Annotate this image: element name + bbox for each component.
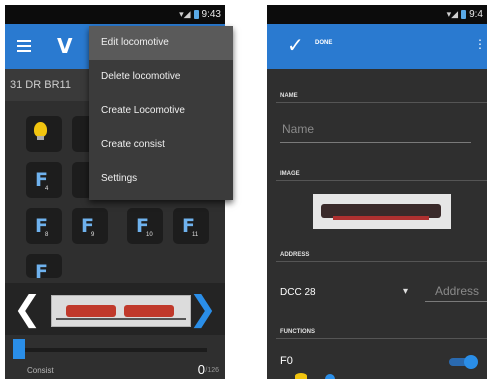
section-label-image: IMAGE (280, 171, 300, 177)
menu-item-create-locomotive[interactable]: Create Locomotive (89, 94, 233, 128)
name-field[interactable]: Name (282, 122, 314, 136)
function-letter: F (35, 261, 48, 283)
divider (276, 261, 487, 262)
menu-item-delete-locomotive[interactable]: Delete locomotive (89, 60, 233, 94)
locomotive-image (51, 295, 191, 327)
locomotive-shape (66, 305, 116, 317)
function-button-f10[interactable]: F 10 (127, 208, 163, 244)
locomotive-shape (124, 305, 174, 317)
divider (276, 180, 487, 181)
function-button-f8[interactable]: F 8 (26, 208, 62, 244)
function-toggle-thumb[interactable] (464, 355, 478, 369)
done-button[interactable]: DONE (315, 40, 332, 46)
bulb-base (37, 136, 44, 140)
decoder-protocol-select[interactable]: DCC 28 (280, 287, 316, 298)
function-button-partial[interactable]: F (26, 254, 62, 283)
bulb-icon (295, 373, 307, 379)
status-bar: ▾◢ 9:4 (267, 5, 487, 24)
status-time: 9:4 (469, 9, 483, 20)
function-button-f11[interactable]: F 11 (173, 208, 209, 244)
section-label-functions: FUNCTIONS (280, 329, 315, 335)
battery-icon (193, 10, 199, 19)
app-bar: ✓ DONE ⋮ (267, 24, 487, 69)
chevron-left-icon[interactable]: ❮ (13, 292, 42, 326)
divider (276, 102, 487, 103)
app-logo: V (57, 34, 73, 58)
locomotive-image[interactable] (313, 194, 451, 229)
status-bar: ▾◢ 9:43 (5, 5, 225, 24)
check-icon[interactable]: ✓ (287, 33, 304, 57)
speed-slider-thumb[interactable] (13, 339, 25, 359)
locomotive-selector: ❮ ❯ (5, 283, 225, 335)
overflow-menu: Edit locomotive Delete locomotive Create… (89, 26, 233, 200)
address-field[interactable]: Address (435, 284, 479, 298)
speed-slider-track[interactable] (23, 348, 207, 352)
function-number: 8 (45, 232, 49, 238)
status-time: 9:43 (201, 9, 221, 20)
rail (56, 318, 186, 320)
consist-label: Consist (27, 366, 54, 375)
chevron-right-icon[interactable]: ❯ (189, 292, 218, 326)
menu-icon[interactable] (17, 40, 31, 52)
speed-value: 0 (197, 362, 205, 377)
function-button-light[interactable] (26, 116, 62, 152)
menu-item-edit-locomotive[interactable]: Edit locomotive (89, 26, 233, 60)
function-button-f4[interactable]: F 4 (26, 162, 62, 198)
function-number: 4 (45, 186, 49, 192)
function-number: 9 (91, 232, 95, 238)
divider (276, 338, 487, 339)
function-number: 11 (192, 232, 199, 238)
phone-screen-right: ▾◢ 9:4 ✓ DONE ⋮ NAME Name IMAGE ADDRESS … (267, 5, 487, 379)
toggle-icon (325, 374, 335, 379)
function-button-f9[interactable]: F 9 (72, 208, 108, 244)
speed-max: /126 (205, 367, 219, 374)
section-label-name: NAME (280, 93, 298, 99)
wifi-icon: ▾◢ (179, 9, 191, 19)
wifi-icon: ▾◢ (446, 9, 459, 19)
locomotive-wheels (333, 216, 429, 220)
section-label-address: ADDRESS (280, 252, 310, 258)
address-field-underline (425, 301, 487, 302)
menu-item-create-consist[interactable]: Create consist (89, 128, 233, 162)
dropdown-arrow-icon[interactable]: ▾ (403, 286, 408, 297)
menu-item-settings[interactable]: Settings (89, 162, 233, 196)
name-field-underline (280, 142, 471, 143)
overflow-icon[interactable]: ⋮ (474, 37, 486, 51)
bulb-icon (34, 122, 47, 137)
function-number: 10 (146, 232, 153, 238)
battery-icon (461, 10, 467, 19)
function-label: F0 (280, 355, 293, 367)
